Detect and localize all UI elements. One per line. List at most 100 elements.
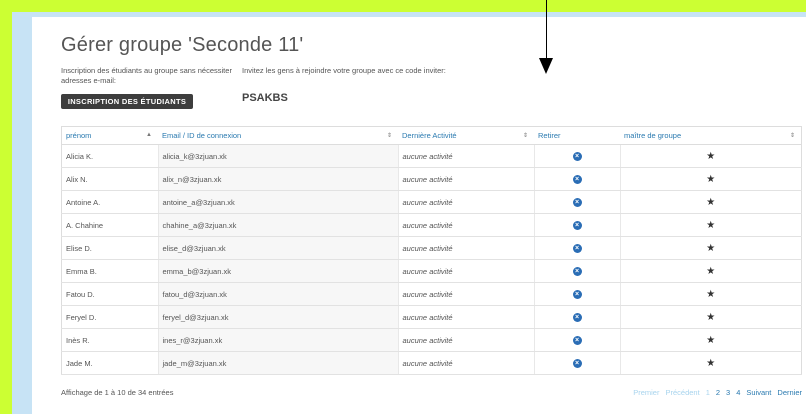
firstname-cell: Elise D. [61,236,158,260]
group-leader-cell: ★ [619,305,802,329]
enroll-description: Inscription des étudiants au groupe sans… [61,66,232,85]
star-icon[interactable]: ★ [706,289,715,300]
remove-cell: × [533,282,620,306]
page-title: Gérer groupe 'Seconde 11' [61,34,304,56]
star-icon[interactable]: ★ [706,266,715,277]
pager-previous[interactable]: Précédent [665,388,699,397]
email-cell: alix_n@3zjuan.xk [157,167,398,191]
activity-cell: aucune activité [397,351,534,375]
activity-cell: aucune activité [397,144,534,168]
remove-circle-icon[interactable]: × [572,336,582,345]
firstname-cell: Jade M. [61,351,158,375]
activity-cell: aucune activité [397,328,534,352]
column-header-firstname[interactable]: prénom ▲ [61,126,158,145]
group-leader-cell: ★ [619,190,802,214]
table-row: Alicia K. alicia_k@3zjuan.xk aucune activi… [61,144,802,168]
remove-cell: × [533,351,620,375]
activity-cell: aucune activité [397,259,534,283]
pager-page-4[interactable]: 4 [736,388,740,397]
star-icon[interactable]: ★ [706,174,715,185]
remove-circle-icon[interactable]: × [572,198,582,207]
members-table: prénom ▲ Email / ID de connexion ⇕ Dernièr… [61,126,802,375]
sort-icon: ⇕ [522,133,528,139]
remove-cell: × [533,259,620,283]
email-cell: antoine_a@3zjuan.xk [157,190,398,214]
column-header-group-leader[interactable]: maître de groupe ⇕ [620,126,802,145]
remove-cell: × [533,167,620,191]
remove-circle-icon[interactable]: × [572,244,582,253]
enroll-students-button[interactable]: INSCRIPTION DES ÉTUDIANTS [61,94,193,109]
activity-cell: aucune activité [397,167,534,191]
table-row: Jade M. jade_m@3zjuan.xk aucune activité × ★ [61,351,802,375]
firstname-cell: Alicia K. [61,144,158,168]
invite-description: Invitez les gens à rejoindre votre group… [242,66,446,75]
activity-cell: aucune activité [397,236,534,260]
remove-circle-icon[interactable]: × [572,221,582,230]
table-row: A. Chahine chahine_a@3zjuan.xk aucune acti… [61,213,802,237]
star-icon[interactable]: ★ [706,197,715,208]
remove-cell: × [533,213,620,237]
firstname-cell: A. Chahine [61,213,158,237]
star-icon[interactable]: ★ [706,358,715,369]
remove-circle-icon[interactable]: × [572,290,582,299]
email-cell: elise_d@3zjuan.xk [157,236,398,260]
email-cell: jade_m@3zjuan.xk [157,351,398,375]
star-icon[interactable]: ★ [706,220,715,231]
annotation-arrow-line [546,0,547,60]
sort-asc-icon: ▲ [146,132,152,138]
group-leader-cell: ★ [619,351,802,375]
column-header-activity[interactable]: Dernière Activité ⇕ [398,126,534,145]
sort-icon: ⇕ [386,133,392,139]
group-leader-cell: ★ [619,236,802,260]
star-icon[interactable]: ★ [706,243,715,254]
star-icon[interactable]: ★ [706,151,715,162]
column-header-email[interactable]: Email / ID de connexion ⇕ [158,126,398,145]
pager-page-2[interactable]: 2 [716,388,720,397]
remove-cell: × [533,236,620,260]
remove-circle-icon[interactable]: × [572,313,582,322]
firstname-cell: Feryel D. [61,305,158,329]
table-row: Feryel D. feryel_d@3zjuan.xk aucune activi… [61,305,802,329]
group-leader-cell: ★ [619,328,802,352]
activity-cell: aucune activité [397,213,534,237]
table-row: Alix N. alix_n@3zjuan.xk aucune activité × ★ [61,167,802,191]
remove-circle-icon[interactable]: × [572,359,582,368]
group-leader-cell: ★ [619,167,802,191]
annotation-arrow-head [539,58,553,74]
group-leader-cell: ★ [619,213,802,237]
email-cell: ines_r@3zjuan.xk [157,328,398,352]
firstname-cell: Alix N. [61,167,158,191]
group-leader-cell: ★ [619,144,802,168]
firstname-cell: Fatou D. [61,282,158,306]
group-leader-cell: ★ [619,259,802,283]
pager-first[interactable]: Premier [633,388,659,397]
remove-cell: × [533,305,620,329]
pager-page-3[interactable]: 3 [726,388,730,397]
remove-circle-icon[interactable]: × [572,267,582,276]
pager-page-1[interactable]: 1 [706,388,710,397]
sort-icon: ⇕ [789,133,795,139]
table-header-row: prénom ▲ Email / ID de connexion ⇕ Dernièr… [61,126,802,145]
table-row: Inès R. ines_r@3zjuan.xk aucune activité × ★ [61,328,802,352]
firstname-cell: Antoine A. [61,190,158,214]
group-leader-cell: ★ [619,282,802,306]
table-info: Affichage de 1 à 10 de 34 entrées [61,388,174,397]
table-row: Elise D. elise_d@3zjuan.xk aucune activité… [61,236,802,260]
pager-next[interactable]: Suivant [746,388,771,397]
email-cell: chahine_a@3zjuan.xk [157,213,398,237]
firstname-cell: Emma B. [61,259,158,283]
remove-cell: × [533,190,620,214]
table-row: Antoine A. antoine_a@3zjuan.xk aucune acti… [61,190,802,214]
table-row: Fatou D. fatou_d@3zjuan.xk aucune activité… [61,282,802,306]
remove-circle-icon[interactable]: × [572,152,582,161]
star-icon[interactable]: ★ [706,335,715,346]
email-cell: emma_b@3zjuan.xk [157,259,398,283]
pager-last[interactable]: Dernier [777,388,802,397]
column-header-remove: Retirer [534,126,620,145]
remove-circle-icon[interactable]: × [572,175,582,184]
star-icon[interactable]: ★ [706,312,715,323]
invite-code: PSAKBS [242,92,288,104]
email-cell: fatou_d@3zjuan.xk [157,282,398,306]
email-cell: feryel_d@3zjuan.xk [157,305,398,329]
firstname-cell: Inès R. [61,328,158,352]
